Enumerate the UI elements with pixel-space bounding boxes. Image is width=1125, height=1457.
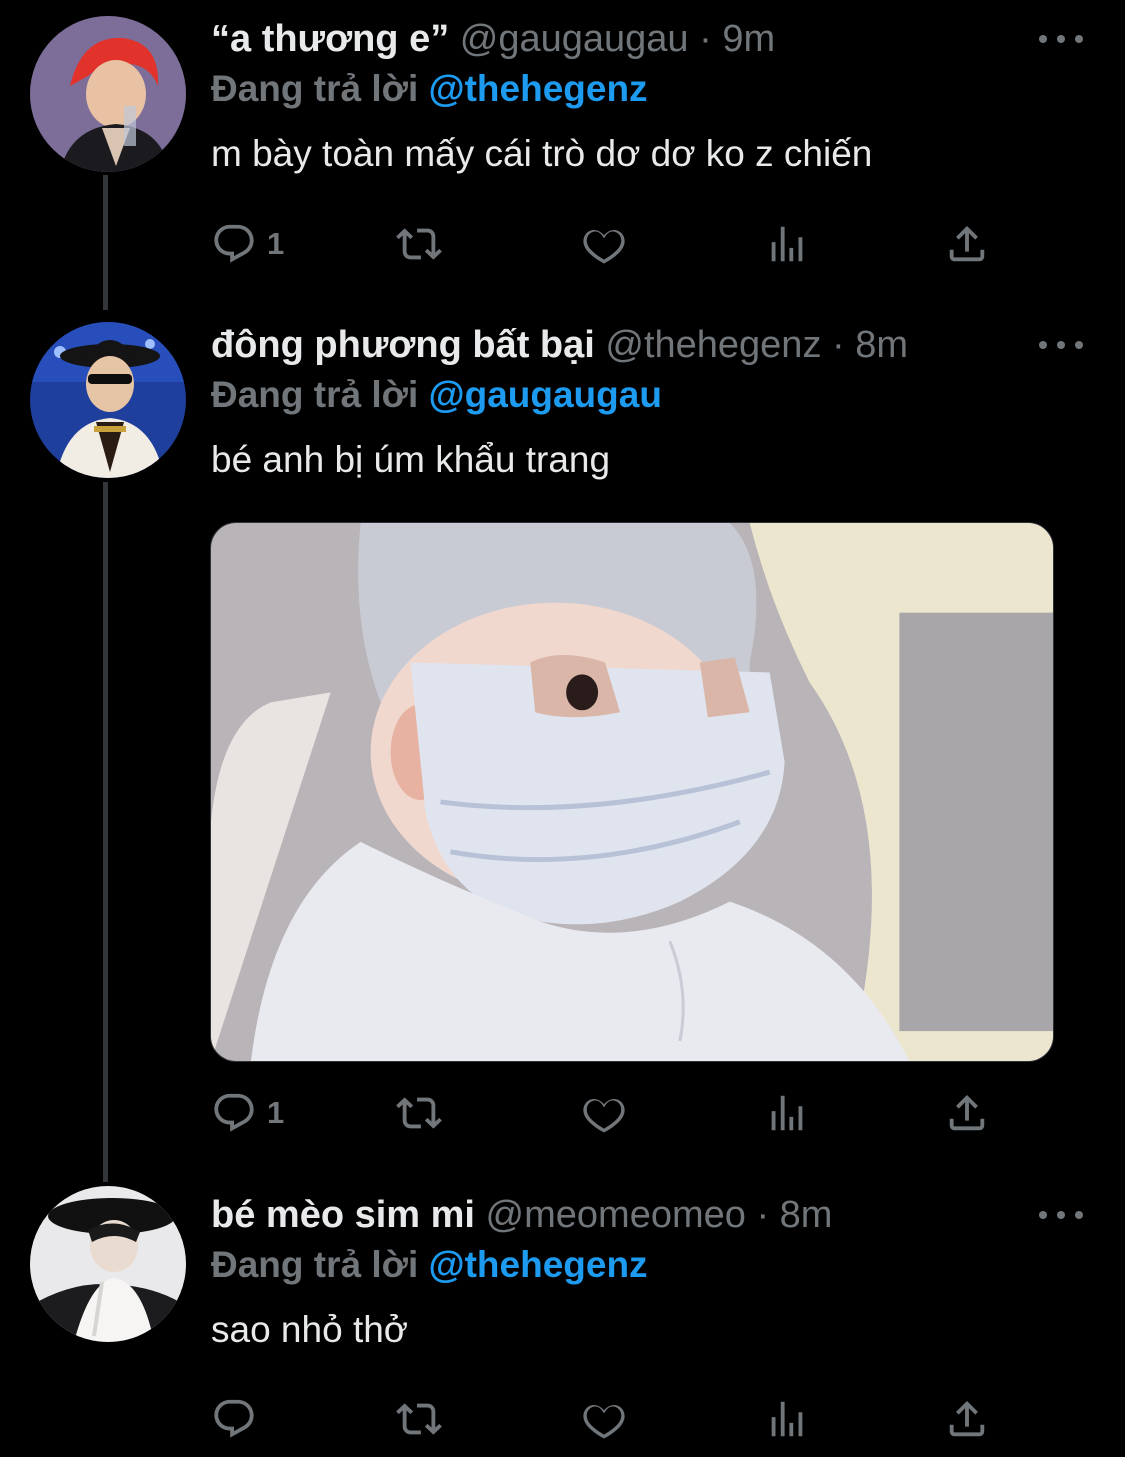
- share-icon: [944, 1090, 990, 1136]
- display-name[interactable]: “a thương e”: [211, 18, 449, 60]
- tweet-text: sao nhỏ thở: [211, 1309, 409, 1350]
- avatar-red-hair-performer-image: [30, 16, 186, 172]
- tweet[interactable]: bé mèo sim mi @meomeomeo · 8m Đang trả l…: [0, 1186, 1125, 1452]
- reply-button[interactable]: 1: [211, 219, 284, 269]
- tweet[interactable]: “a thương e” @gaugaugau · 9m Đang trả lờ…: [0, 16, 1125, 306]
- tweet-actions: [211, 1394, 991, 1444]
- tweet-header: bé mèo sim mi @meomeomeo · 8m: [211, 1192, 1035, 1238]
- like-icon: [581, 221, 627, 267]
- share-button[interactable]: [944, 1088, 990, 1138]
- display-name[interactable]: đông phương bất bại: [211, 324, 595, 366]
- tweet-header: “a thương e” @gaugaugau · 9m: [211, 16, 1035, 62]
- replying-to-label: Đang trả lời: [211, 68, 419, 109]
- reply-button[interactable]: 1: [211, 1088, 284, 1138]
- replying-to-label: Đang trả lời: [211, 374, 419, 415]
- avatar[interactable]: [30, 16, 186, 172]
- display-name[interactable]: bé mèo sim mi: [211, 1194, 475, 1236]
- tweet[interactable]: đông phương bất bại @thehegenz · 8m Đang…: [0, 322, 1125, 1162]
- reply-icon: [211, 1090, 257, 1136]
- reply-count: 1: [267, 1095, 285, 1130]
- views-button[interactable]: [764, 1394, 810, 1444]
- reply-button[interactable]: [211, 1394, 257, 1444]
- like-icon: [581, 1396, 627, 1442]
- retweet-button[interactable]: [396, 1394, 442, 1444]
- timestamp[interactable]: 9m: [722, 18, 775, 60]
- retweet-icon: [396, 221, 442, 267]
- retweet-icon: [396, 1090, 442, 1136]
- reply-icon: [211, 1396, 257, 1442]
- views-button[interactable]: [764, 1088, 810, 1138]
- avatar[interactable]: [30, 322, 186, 478]
- timestamp[interactable]: 8m: [780, 1194, 833, 1236]
- like-icon: [581, 1090, 627, 1136]
- views-button[interactable]: [764, 219, 810, 269]
- reply-thread: “a thương e” @gaugaugau · 9m Đang trả lờ…: [0, 0, 1125, 1457]
- tweet-actions: 1: [211, 1088, 991, 1138]
- tweet-text: m bày toàn mấy cái trò dơ dơ ko z chiến: [211, 133, 873, 174]
- replying-to-label: Đang trả lời: [211, 1244, 419, 1285]
- more-icon[interactable]: [1039, 322, 1083, 368]
- views-icon: [764, 221, 810, 267]
- views-icon: [764, 1396, 810, 1442]
- retweet-icon: [396, 1396, 442, 1442]
- tweet-header: đông phương bất bại @thehegenz · 8m: [211, 322, 1035, 368]
- avatar[interactable]: [30, 1186, 186, 1342]
- retweet-button[interactable]: [396, 219, 442, 269]
- replying-to-mention[interactable]: @thehegenz: [429, 68, 648, 109]
- separator-dot: ·: [699, 18, 712, 60]
- views-icon: [764, 1090, 810, 1136]
- like-button[interactable]: [581, 219, 627, 269]
- more-icon[interactable]: [1039, 1192, 1083, 1238]
- handle[interactable]: @gaugaugau: [460, 18, 689, 60]
- replying-to-mention[interactable]: @gaugaugau: [429, 374, 662, 415]
- share-icon: [944, 1396, 990, 1442]
- timestamp[interactable]: 8m: [855, 324, 908, 366]
- replying-to: Đang trả lời @thehegenz: [211, 66, 648, 112]
- reply-count: 1: [267, 226, 285, 261]
- tweet-media-photo[interactable]: [210, 522, 1054, 1062]
- handle[interactable]: @meomeomeo: [486, 1194, 746, 1236]
- separator-dot: ·: [756, 1194, 770, 1236]
- handle[interactable]: @thehegenz: [605, 324, 821, 366]
- avatar-hat-sunglasses-performer-image: [30, 322, 186, 478]
- more-icon[interactable]: [1039, 16, 1083, 62]
- separator-dot: ·: [832, 324, 845, 366]
- replying-to-mention[interactable]: @thehegenz: [429, 1244, 648, 1285]
- share-icon: [944, 221, 990, 267]
- replying-to: Đang trả lời @gaugaugau: [211, 372, 662, 418]
- replying-to: Đang trả lời @thehegenz: [211, 1242, 648, 1288]
- like-button[interactable]: [581, 1394, 627, 1444]
- retweet-button[interactable]: [396, 1088, 442, 1138]
- tweet-text: bé anh bị úm khẩu trang: [211, 439, 611, 480]
- like-button[interactable]: [581, 1088, 627, 1138]
- share-button[interactable]: [944, 1394, 990, 1444]
- reply-icon: [211, 221, 257, 267]
- tweet-actions: 1: [211, 219, 991, 269]
- photo-baby-with-face-mask: [211, 523, 1053, 1061]
- share-button[interactable]: [944, 219, 990, 269]
- avatar-black-hat-white-shirt-image: [30, 1186, 186, 1342]
